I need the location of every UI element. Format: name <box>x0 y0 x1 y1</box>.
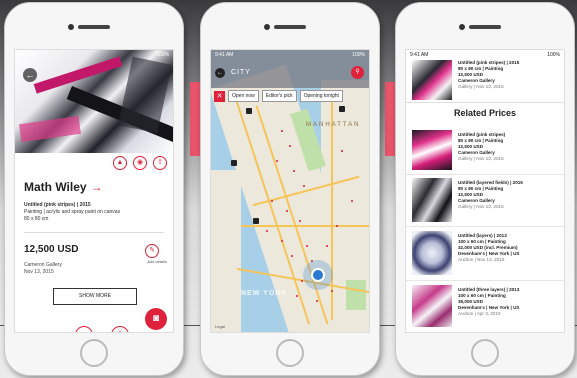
work-medium: Painting | acrylic and spray paint on ca… <box>24 209 121 215</box>
list-item[interactable]: Untitled (pink stripes) 80 x 80 cm | Pai… <box>458 132 505 162</box>
home-button[interactable] <box>471 339 499 367</box>
work-title: Untitled (pink stripes) | 2015 <box>458 60 520 65</box>
legal-link[interactable]: Legal <box>215 324 225 329</box>
artist-name[interactable]: Math Wiley → <box>24 180 103 194</box>
sale-date: Nov 13, 2015 <box>24 269 54 275</box>
item-title: Untitled (pink stripes) <box>458 132 506 137</box>
map-label-newyork: NEW YORK <box>241 290 288 297</box>
artwork-detail-screen: 9:41 AM 100% ← ▲ ◉ ⇧ Math Wiley → Untitle… <box>14 49 174 333</box>
status-time: 9:41 AM <box>19 52 38 58</box>
artwork-thumbnail <box>412 60 452 100</box>
filter-bar: ✕ Open now Editor's pick Opening tonight <box>214 90 343 102</box>
work-detail: 80 x 80 cm | Painting <box>458 66 504 71</box>
back-button[interactable]: ← <box>23 68 37 82</box>
item-detail: 100 x 60 cm | Painting <box>458 293 506 298</box>
item-source: Cameron Gallery <box>458 198 495 203</box>
item-source: Devenham's | New York | US <box>458 251 520 256</box>
work-info: Untitled (pink stripes) | 2015 Painting … <box>24 202 154 223</box>
phone-artwork-detail: 9:41 AM 100% ← ▲ ◉ ⇧ Math Wiley → Untitle… <box>4 2 184 376</box>
item-date: Gallery | Nov 13, 2015 <box>458 204 504 209</box>
artwork-image <box>15 50 173 153</box>
map-label-manhattan: MANHATTAN <box>306 122 361 128</box>
back-button[interactable]: ← <box>215 68 225 78</box>
phone-related-prices: 9:41 AM 100% Untitled (pink stripes) | 2… <box>395 2 575 376</box>
status-time: 9:41 AM <box>215 52 234 58</box>
add-details-label: Add details <box>147 259 167 264</box>
item-price: 36,000 USD <box>458 299 484 304</box>
status-bar: 9:41 AM 100% <box>211 50 369 60</box>
work-gallery: Cameron Gallery <box>458 78 495 83</box>
camera-fab-button[interactable]: ◙ <box>145 308 167 330</box>
related-prices-screen: 9:41 AM 100% Untitled (pink stripes) | 2… <box>405 49 565 333</box>
item-detail: 80 x 80 cm | Painting <box>458 138 504 143</box>
camera-icon <box>459 24 465 30</box>
share-icon[interactable]: ⇧ <box>153 156 167 170</box>
chevron-up-icon[interactable]: ⌃ <box>111 326 129 332</box>
city-title: CITY <box>231 69 251 76</box>
item-detail: 80 x 80 cm | Painting <box>458 186 504 191</box>
speaker-icon <box>469 25 501 29</box>
item-price: 12,500 USD <box>458 144 484 149</box>
item-title: Untitled (layered fields) | 2015 <box>458 180 523 185</box>
map-screen: MANHATTAN NEW YORK Legal 9:41 AM 100% ← … <box>210 49 370 333</box>
work-price: 12,500 USD <box>458 72 484 77</box>
item-date: Gallery | Nov 13, 2015 <box>458 156 504 161</box>
list-item[interactable]: Untitled (three layers) | 2013 100 x 60 … <box>458 287 519 317</box>
home-button[interactable] <box>80 339 108 367</box>
divider <box>406 280 564 281</box>
list-item[interactable]: Untitled (layered fields) | 2015 80 x 80… <box>458 180 523 210</box>
artist-label: Math Wiley <box>24 180 87 194</box>
arrow-right-icon: → <box>90 180 103 194</box>
item-source: Cameron Gallery <box>458 150 495 155</box>
item-date: Auction | Apr 3, 2015 <box>458 311 501 316</box>
show-more-button[interactable]: SHOW MORE <box>53 288 137 305</box>
list-item[interactable]: Untitled (layers) | 2013 100 x 60 cm | P… <box>458 233 519 263</box>
item-source: Devenham's | New York | US <box>458 305 520 310</box>
artwork-thumbnail[interactable] <box>412 231 452 275</box>
item-title: Untitled (three layers) | 2013 <box>458 287 520 292</box>
status-bar: 9:41 AM 100% <box>15 50 173 60</box>
close-filters-button[interactable]: ✕ <box>214 90 225 102</box>
gallery-info: Cameron Gallery Nov 13, 2015 <box>24 262 62 276</box>
artwork-thumbnail[interactable] <box>412 130 452 170</box>
artwork-thumbnail[interactable] <box>412 285 452 327</box>
work-title: Untitled (pink stripes) | 2015 <box>24 202 91 208</box>
status-battery: 100% <box>352 52 365 58</box>
price: 12,500 USD <box>24 244 79 255</box>
filter-open-now[interactable]: Open now <box>228 90 259 102</box>
speaker-icon <box>274 25 306 29</box>
divider <box>24 232 164 233</box>
filter-opening-tonight[interactable]: Opening tonight <box>299 90 343 102</box>
edit-icon[interactable]: ✎ <box>145 244 159 258</box>
action-icons: ▲ ◉ ⇧ <box>113 156 167 170</box>
filter-editors-pick[interactable]: Editor's pick <box>261 90 297 102</box>
camera-icon <box>264 24 270 30</box>
divider <box>406 174 564 175</box>
related-prices-title: Related Prices <box>453 108 517 118</box>
phone-map: MANHATTAN NEW YORK Legal 9:41 AM 100% ← … <box>200 2 380 376</box>
camera-icon <box>68 24 74 30</box>
camera-icon[interactable]: ◉ <box>133 156 147 170</box>
home-button[interactable] <box>276 339 304 367</box>
current-work-meta: Untitled (pink stripes) | 2015 80 x 80 c… <box>458 60 519 90</box>
item-price: 32,000 USD (incl. Premium) <box>458 245 518 250</box>
divider <box>406 226 564 227</box>
item-price: 12,500 USD <box>458 192 484 197</box>
status-battery: 100% <box>156 52 169 58</box>
item-detail: 100 x 60 cm | Painting <box>458 239 506 244</box>
current-location-icon <box>311 268 325 282</box>
artwork-thumbnail[interactable] <box>412 178 452 222</box>
item-date: Auction | Nov 13, 2015 <box>458 257 505 262</box>
item-title: Untitled (layers) | 2013 <box>458 233 507 238</box>
close-icon[interactable]: ✕ <box>75 326 93 332</box>
search-button[interactable]: ⚲ <box>351 66 364 79</box>
speaker-icon <box>78 25 110 29</box>
current-work: Untitled (pink stripes) | 2015 80 x 80 c… <box>406 50 564 103</box>
work-date: Gallery | Nov 13, 2015 <box>458 84 504 89</box>
alert-icon[interactable]: ▲ <box>113 156 127 170</box>
gallery-name: Cameron Gallery <box>24 262 62 268</box>
work-size: 80 x 80 cm <box>24 216 49 222</box>
